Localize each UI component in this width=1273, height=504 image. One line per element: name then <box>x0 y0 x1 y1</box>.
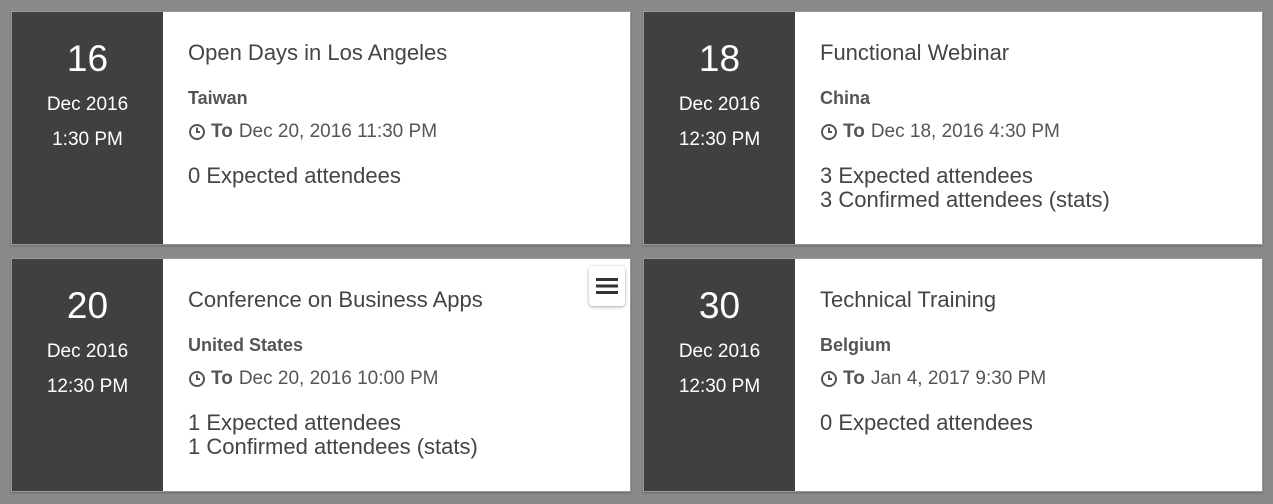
event-details: Technical Training Belgium To Jan 4, 201… <box>795 259 1262 491</box>
event-end-datetime: Dec 20, 2016 10:00 PM <box>238 368 439 389</box>
event-month-year: Dec 2016 <box>46 341 129 362</box>
to-label: To <box>211 368 233 389</box>
event-country: United States <box>188 335 304 355</box>
event-country: Belgium <box>820 335 892 355</box>
event-card[interactable]: 20 Dec 2016 12:30 PM Conference on Busin… <box>11 258 631 492</box>
event-end-datetime: Dec 20, 2016 11:30 PM <box>238 121 438 142</box>
confirmed-attendees-link[interactable]: 3 Confirmed attendees (stats) <box>820 188 1262 212</box>
event-month-year: Dec 2016 <box>46 94 129 115</box>
event-day: 20 <box>66 285 109 326</box>
event-title[interactable]: Technical Training <box>820 286 1262 314</box>
event-start-time: 12:30 PM <box>678 129 761 150</box>
event-date-box: 16 Dec 2016 1:30 PM <box>12 12 163 244</box>
event-title[interactable]: Open Days in Los Angeles <box>188 39 630 67</box>
clock-icon <box>189 371 205 387</box>
hamburger-menu-icon <box>596 278 618 294</box>
event-day: 30 <box>698 285 741 326</box>
card-menu-button[interactable] <box>589 266 625 306</box>
clock-icon <box>821 124 837 140</box>
event-attendee-stats: 1 Expected attendees 1 Confirmed attende… <box>188 411 630 459</box>
confirmed-attendees-link[interactable]: 1 Confirmed attendees (stats) <box>188 435 630 459</box>
event-date-box: 18 Dec 2016 12:30 PM <box>644 12 795 244</box>
event-date-box: 30 Dec 2016 12:30 PM <box>644 259 795 491</box>
event-start-time: 1:30 PM <box>52 129 123 150</box>
event-end-line: To Dec 20, 2016 11:30 PM <box>188 120 630 144</box>
event-date-box: 20 Dec 2016 12:30 PM <box>12 259 163 491</box>
event-end-line: To Jan 4, 2017 9:30 PM <box>820 367 1262 391</box>
event-start-time: 12:30 PM <box>46 376 129 397</box>
event-country: China <box>820 88 871 108</box>
event-month-year: Dec 2016 <box>678 341 761 362</box>
event-country: Taiwan <box>188 88 248 108</box>
event-details: Conference on Business Apps United State… <box>163 259 630 491</box>
event-attendee-stats: 0 Expected attendees <box>188 164 630 188</box>
to-label: To <box>843 368 865 389</box>
event-attendee-stats: 3 Expected attendees 3 Confirmed attende… <box>820 164 1262 212</box>
event-end-line: To Dec 20, 2016 10:00 PM <box>188 367 630 391</box>
event-card[interactable]: 16 Dec 2016 1:30 PM Open Days in Los Ang… <box>11 11 631 245</box>
event-details: Functional Webinar China To Dec 18, 2016… <box>795 12 1262 244</box>
event-attendee-stats: 0 Expected attendees <box>820 411 1262 435</box>
expected-attendees: 1 Expected attendees <box>188 410 401 435</box>
event-card[interactable]: 18 Dec 2016 12:30 PM Functional Webinar … <box>643 11 1263 245</box>
to-label: To <box>211 121 233 142</box>
expected-attendees: 0 Expected attendees <box>188 163 401 188</box>
clock-icon <box>821 371 837 387</box>
event-title[interactable]: Functional Webinar <box>820 39 1262 67</box>
event-title[interactable]: Conference on Business Apps <box>188 286 630 314</box>
event-end-datetime: Dec 18, 2016 4:30 PM <box>870 121 1060 142</box>
event-details: Open Days in Los Angeles Taiwan To Dec 2… <box>163 12 630 244</box>
expected-attendees: 0 Expected attendees <box>820 410 1033 435</box>
event-end-datetime: Jan 4, 2017 9:30 PM <box>870 368 1047 389</box>
event-card[interactable]: 30 Dec 2016 12:30 PM Technical Training … <box>643 258 1263 492</box>
event-day: 16 <box>66 38 109 79</box>
event-start-time: 12:30 PM <box>678 376 761 397</box>
to-label: To <box>843 121 865 142</box>
event-month-year: Dec 2016 <box>678 94 761 115</box>
event-day: 18 <box>698 38 741 79</box>
expected-attendees: 3 Expected attendees <box>820 163 1033 188</box>
clock-icon <box>189 124 205 140</box>
event-end-line: To Dec 18, 2016 4:30 PM <box>820 120 1262 144</box>
